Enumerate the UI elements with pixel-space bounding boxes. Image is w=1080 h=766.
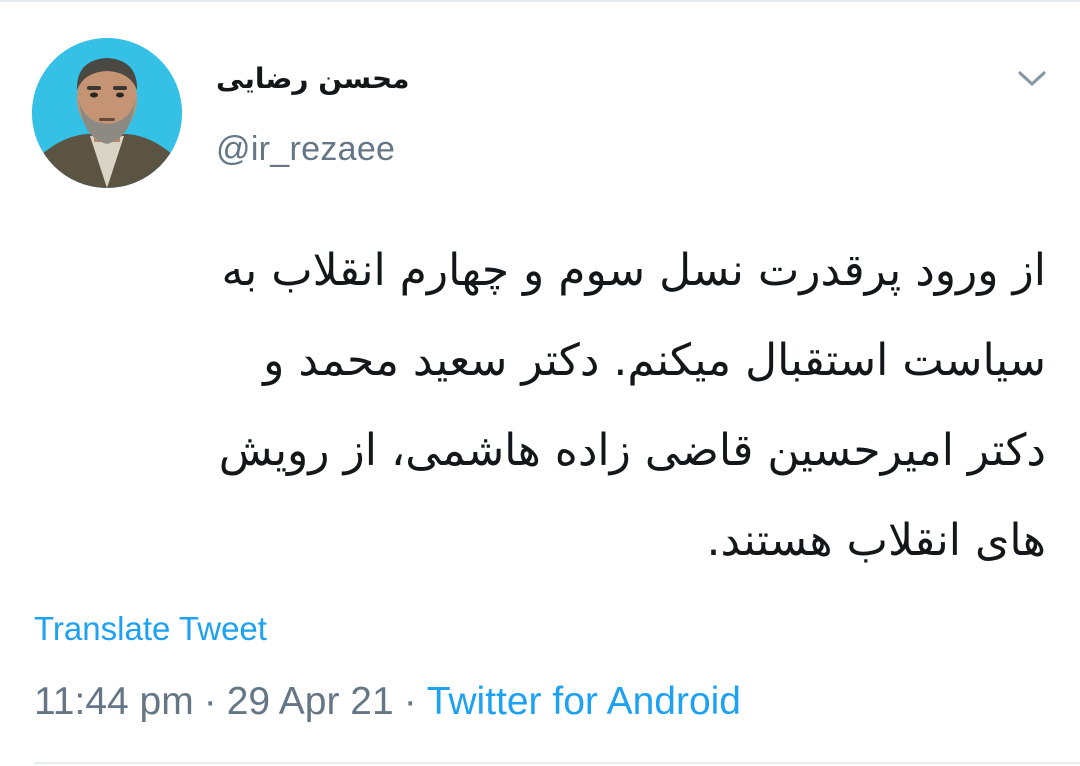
top-divider — [0, 0, 1080, 2]
separator: · — [203, 680, 217, 723]
tweet-metadata: 11:44 pm · 29 Apr 21 · Twitter for Android — [34, 680, 741, 724]
avatar[interactable] — [32, 38, 182, 188]
display-name[interactable]: محسن رضایی — [216, 62, 436, 95]
tweet-line: از ورود پرقدرت نسل سوم و چهارم انقلاب به — [221, 245, 1046, 296]
tweet-line: سیاست استقبال میکنم. دکتر سعید محمد و — [263, 335, 1046, 386]
translate-tweet-link[interactable]: Translate Tweet — [34, 610, 267, 648]
profile-photo — [32, 38, 182, 188]
bottom-divider — [34, 762, 1080, 764]
tweet-text: از ورود پرقدرت نسل سوم و چهارم انقلاب به… — [40, 226, 1046, 586]
user-handle[interactable]: @ir_rezaee — [216, 130, 395, 169]
tweet-date: 29 Apr 21 — [226, 680, 394, 723]
tweet-source-link[interactable]: Twitter for Android — [427, 680, 741, 723]
chevron-down-icon[interactable] — [1014, 64, 1050, 94]
tweet-line: های انقلاب هستند. — [706, 515, 1046, 566]
separator: · — [403, 680, 417, 723]
tweet-line: دکتر امیرحسین قاضی زاده هاشمی، از رویش — [218, 425, 1046, 476]
tweet-time: 11:44 pm — [34, 680, 194, 723]
